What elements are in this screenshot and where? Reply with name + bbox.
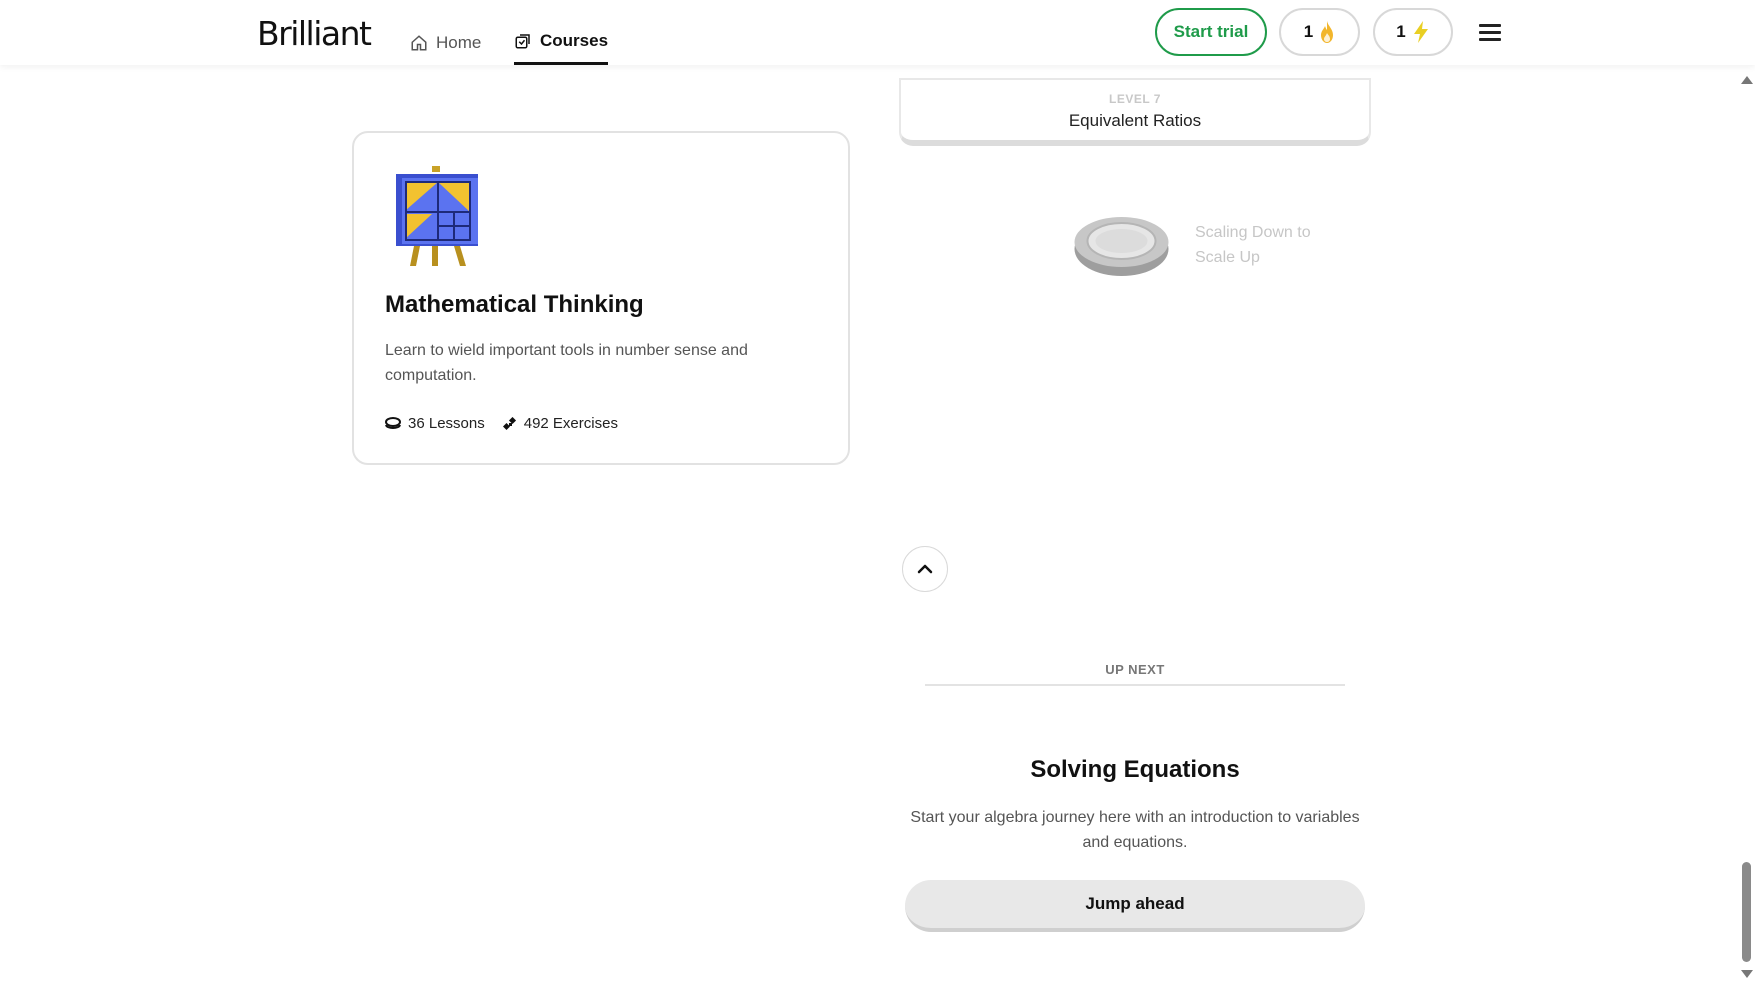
brilliant-logo[interactable]: Brilliant (257, 14, 372, 53)
up-next-title: Solving Equations (1030, 756, 1240, 783)
level-number: LEVEL 7 (1109, 92, 1161, 106)
courses-icon (515, 34, 530, 49)
course-card[interactable]: Mathematical Thinking Learn to wield imp… (352, 131, 850, 465)
exercises-puzzle-icon (502, 416, 516, 430)
streak-count: 1 (1303, 22, 1314, 41)
energy-count: 1 (1396, 22, 1406, 41)
lesson-title: Scaling Down to Scale Up (1195, 220, 1311, 270)
course-meta: 36 Lessons 492 Exercises (385, 415, 618, 432)
jump-ahead-button[interactable]: Jump ahead (905, 880, 1365, 932)
exercises-label: 492 Exercises (523, 415, 618, 432)
lessons-stack-icon (385, 416, 401, 429)
course-description: Learn to wield important tools in number… (385, 342, 748, 384)
nav-courses[interactable]: Courses (514, 20, 609, 65)
scroll-up-button[interactable] (902, 546, 948, 592)
level-card[interactable]: LEVEL 7 Equivalent Ratios (899, 78, 1371, 146)
nav-home-label: Home (436, 32, 482, 52)
exercises-count: 492 Exercises (502, 415, 618, 432)
lessons-label: 36 Lessons (408, 415, 485, 432)
energy-badge[interactable]: 1 (1373, 8, 1453, 56)
nav-home[interactable]: Home (410, 20, 481, 65)
home-icon (411, 34, 427, 50)
streak-badge[interactable]: 1 (1279, 8, 1360, 56)
top-nav: Brilliant Home Courses Start trial 1 1 (0, 0, 1755, 65)
lesson-title-line2: Scale Up (1195, 249, 1260, 266)
scrollbar-down-arrow-icon[interactable] (1741, 970, 1753, 978)
lightning-icon (1413, 21, 1428, 43)
scrollbar-up-arrow-icon[interactable] (1741, 76, 1753, 84)
lesson-node-locked[interactable] (1073, 215, 1170, 277)
up-next-label: UP NEXT (1105, 662, 1165, 677)
level-title: Equivalent Ratios (1068, 111, 1202, 130)
nav-courses-label: Courses (540, 31, 609, 50)
course-title: Mathematical Thinking (385, 291, 644, 318)
start-trial-button[interactable]: Start trial (1155, 8, 1267, 56)
flame-icon (1321, 21, 1334, 43)
up-next-divider (925, 684, 1345, 686)
chevron-up-icon (917, 564, 933, 574)
up-next-description: Start your algebra journey here with an … (910, 809, 1360, 851)
lessons-count: 36 Lessons (385, 415, 485, 432)
easel-illustration-icon (396, 166, 478, 266)
hamburger-menu-icon[interactable] (1479, 24, 1501, 42)
scrollbar-thumb[interactable] (1742, 862, 1751, 962)
lesson-title-line1: Scaling Down to (1195, 224, 1311, 241)
